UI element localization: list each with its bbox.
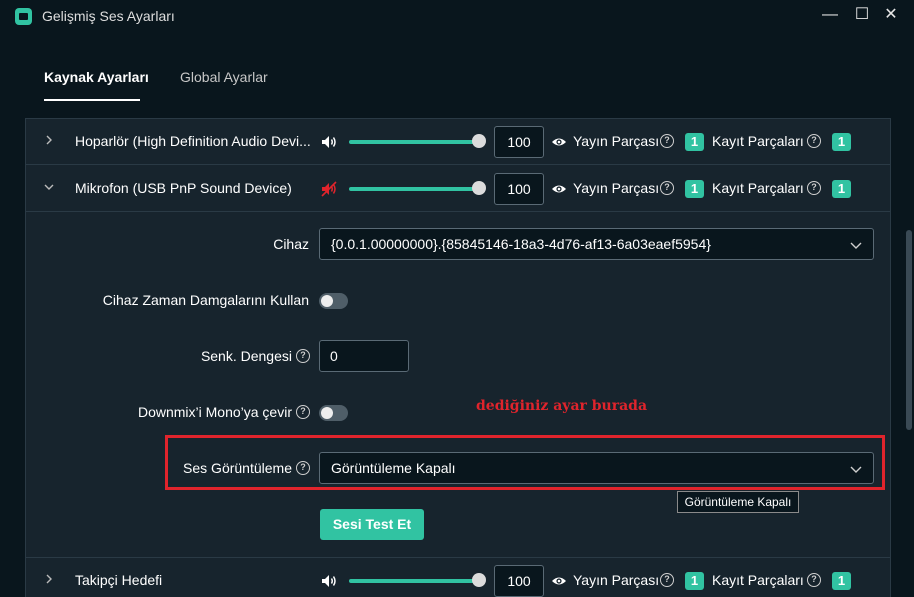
eye-icon[interactable] bbox=[551, 573, 567, 589]
chevron-down-icon bbox=[849, 238, 863, 252]
sync-offset-label: Senk. Dengesi bbox=[200, 348, 292, 364]
chevron-right-icon[interactable] bbox=[42, 133, 56, 147]
help-icon[interactable]: ? bbox=[660, 573, 674, 587]
annotation-text: dediğiniz ayar burada bbox=[476, 398, 648, 414]
record-track-badge[interactable]: 1 bbox=[832, 133, 851, 151]
stream-track-badge[interactable]: 1 bbox=[685, 572, 704, 590]
volume-input[interactable]: 100 bbox=[494, 173, 544, 205]
maximize-button[interactable]: ☐ bbox=[850, 4, 874, 26]
stream-track-badge[interactable]: 1 bbox=[685, 180, 704, 198]
source-name: Takipçi Hedefi bbox=[75, 572, 163, 588]
active-tab-indicator bbox=[44, 99, 140, 101]
chevron-down-icon[interactable] bbox=[42, 180, 56, 194]
record-track-label: Kayıt Parçaları bbox=[712, 180, 804, 196]
eye-icon[interactable] bbox=[551, 134, 567, 150]
close-button[interactable]: ✕ bbox=[879, 4, 903, 26]
sources-panel: Hoparlör (High Definition Audio Devi... … bbox=[25, 118, 891, 597]
speaker-icon[interactable] bbox=[320, 133, 338, 151]
eye-icon[interactable] bbox=[551, 181, 567, 197]
help-icon[interactable]: ? bbox=[807, 573, 821, 587]
downmix-toggle[interactable] bbox=[319, 405, 348, 421]
source-row-speaker: Hoparlör (High Definition Audio Devi... … bbox=[26, 119, 890, 165]
chevron-right-icon[interactable] bbox=[42, 572, 56, 586]
help-icon[interactable]: ? bbox=[660, 181, 674, 195]
record-track-label: Kayıt Parçaları bbox=[712, 572, 804, 588]
downmix-label: Downmix’i Mono’ya çevir bbox=[137, 404, 292, 420]
tab-bar: Kaynak Ayarları Global Ayarlar bbox=[0, 60, 914, 102]
stream-track-label: Yayın Parçası bbox=[573, 133, 660, 149]
help-icon[interactable]: ? bbox=[296, 405, 310, 419]
minimize-button[interactable]: — bbox=[818, 4, 842, 26]
stream-track-label: Yayın Parçası bbox=[573, 180, 660, 196]
source-row-microphone: Mikrofon (USB PnP Sound Device) 100 Yayı… bbox=[26, 166, 890, 212]
record-track-label: Kayıt Parçaları bbox=[712, 133, 804, 149]
device-label: Cihaz bbox=[273, 236, 309, 252]
device-select[interactable]: {0.0.1.00000000}.{85845146-18a3-4d76-af1… bbox=[319, 228, 874, 260]
source-row-follower-goal: Takipçi Hedefi 100 Yayın Parçası ? 1 Kay… bbox=[26, 558, 890, 597]
device-select-value: {0.0.1.00000000}.{85845146-18a3-4d76-af1… bbox=[331, 236, 711, 252]
volume-slider-thumb[interactable] bbox=[472, 181, 486, 195]
stream-track-badge[interactable]: 1 bbox=[685, 133, 704, 151]
source-name: Hoparlör (High Definition Audio Devi... bbox=[75, 133, 311, 149]
annotation-highlight-box bbox=[165, 435, 885, 490]
source-name: Mikrofon (USB PnP Sound Device) bbox=[75, 180, 292, 196]
help-icon[interactable]: ? bbox=[660, 134, 674, 148]
timestamps-label: Cihaz Zaman Damgalarını Kullan bbox=[102, 292, 309, 308]
window-title: Gelişmiş Ses Ayarları bbox=[42, 8, 175, 24]
help-icon[interactable]: ? bbox=[807, 181, 821, 195]
record-track-badge[interactable]: 1 bbox=[832, 180, 851, 198]
volume-input[interactable]: 100 bbox=[494, 126, 544, 158]
monitoring-tooltip: Görüntüleme Kapalı bbox=[677, 491, 799, 513]
stream-track-label: Yayın Parçası bbox=[573, 572, 660, 588]
help-icon[interactable]: ? bbox=[807, 134, 821, 148]
tab-global-settings[interactable]: Global Ayarlar bbox=[180, 69, 268, 85]
volume-slider-track[interactable] bbox=[349, 579, 483, 583]
volume-input[interactable]: 100 bbox=[494, 565, 544, 597]
timestamps-toggle[interactable] bbox=[319, 293, 348, 309]
sync-offset-input[interactable]: 0 bbox=[319, 340, 409, 372]
speaker-muted-icon[interactable] bbox=[320, 180, 338, 198]
help-icon[interactable]: ? bbox=[296, 349, 310, 363]
record-track-badge[interactable]: 1 bbox=[832, 572, 851, 590]
volume-slider-thumb[interactable] bbox=[472, 134, 486, 148]
title-bar: Gelişmiş Ses Ayarları — ☐ ✕ bbox=[0, 0, 914, 32]
app-logo-icon bbox=[15, 8, 32, 25]
test-audio-button[interactable]: Sesi Test Et bbox=[320, 509, 424, 540]
volume-slider-track[interactable] bbox=[349, 140, 483, 144]
tab-source-settings[interactable]: Kaynak Ayarları bbox=[44, 69, 149, 85]
scrollbar[interactable] bbox=[906, 230, 912, 430]
speaker-icon[interactable] bbox=[320, 572, 338, 590]
volume-slider-track[interactable] bbox=[349, 187, 483, 191]
volume-slider-thumb[interactable] bbox=[472, 573, 486, 587]
